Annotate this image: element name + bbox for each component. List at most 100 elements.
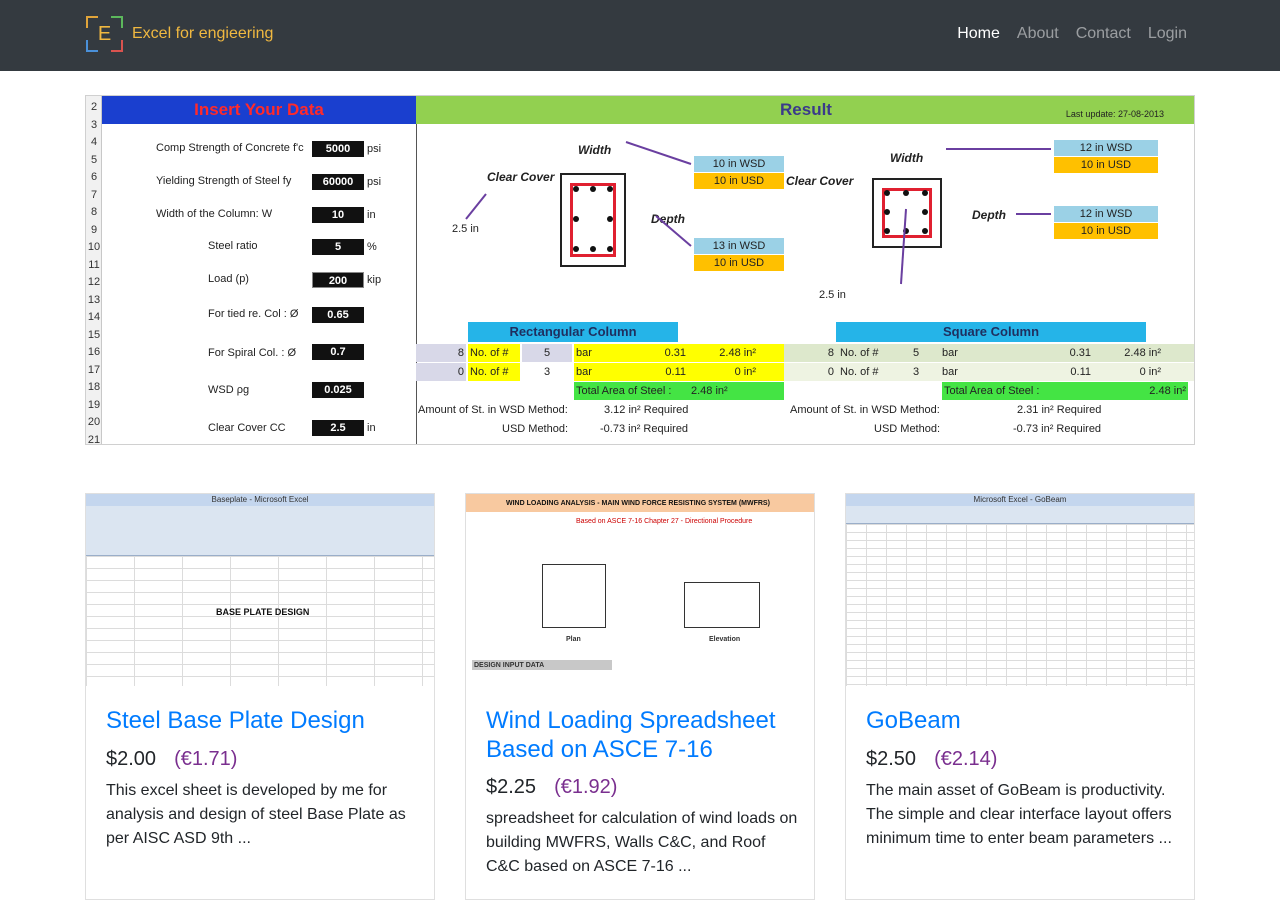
sq-wsd-value: 2.31 in² Required [1017, 404, 1102, 416]
product-title[interactable]: Steel Base Plate Design [106, 706, 416, 735]
row-number: 13 [87, 293, 101, 306]
row-number: 20 [87, 416, 101, 428]
input-value: 200 [312, 272, 364, 288]
thumb-subtitle: Based on ASCE 7-16 Chapter 27 - Directio… [576, 518, 753, 525]
square-column-header: Square Column [836, 322, 1146, 342]
sq-row1-n: 8 [827, 347, 834, 359]
input-value: 60000 [312, 174, 364, 190]
rect-row1-n: 8 [416, 344, 466, 362]
row-number: 9 [90, 223, 98, 236]
row-number: 15 [87, 328, 101, 341]
price-eur: (€2.14) [934, 748, 998, 770]
row-number: 6 [90, 171, 98, 183]
row-number: 7 [90, 188, 98, 201]
sq-usd-label: USD Method: [874, 423, 941, 435]
row-number: 12 [87, 276, 101, 288]
row-number: 4 [90, 136, 98, 148]
elevation-drawing [684, 582, 760, 628]
row-number: 2 [90, 101, 98, 113]
sq-row2-bar: bar [942, 366, 958, 378]
sq-wsd-label: Amount of St. in WSD Method: [790, 404, 940, 416]
thumb-window-title: Baseplate - Microsoft Excel [86, 494, 434, 506]
row-number: 10 [87, 241, 101, 253]
rect-row2-area: 0.11 [665, 366, 686, 378]
last-update: Last update: 27-08-2013 [1065, 109, 1164, 119]
sq-row2-area: 0.11 [1070, 366, 1091, 378]
input-unit: in [367, 209, 376, 221]
row-number: 18 [87, 381, 101, 393]
input-label: Yielding Strength of Steel fy [156, 175, 292, 187]
product-price: $2.00 (€1.71) [106, 748, 237, 771]
sq-row1-total: 2.48 in² [1124, 347, 1161, 359]
product-title[interactable]: Wind Loading Spreadsheet Based on ASCE 7… [486, 706, 796, 764]
product-description: This excel sheet is developed by me for … [106, 782, 406, 847]
hero-spreadsheet-image[interactable]: 2 3 4 5 6 7 8 9 10 11 12 13 14 15 16 17 18 19 20 21 Insert … [85, 95, 1195, 445]
thumb-elevation: Elevation [709, 636, 741, 643]
input-unit: psi [367, 143, 382, 155]
input-value: 5 [312, 239, 364, 255]
nav-login[interactable]: Login [1131, 24, 1187, 44]
input-label: Width of the Column: W [156, 208, 273, 220]
rect-column-header: Rectangular Column [468, 322, 678, 342]
price-usd: $2.00 [106, 748, 157, 770]
input-label: Clear Cover CC [208, 422, 286, 434]
rect-wsd-label: Amount of St. in WSD Method: [418, 404, 568, 416]
product-title[interactable]: GoBeam [866, 706, 1176, 735]
thumb-plan: Plan [566, 636, 581, 643]
nav-home[interactable]: Home [940, 24, 1000, 44]
product-card[interactable]: Microsoft Excel - GoBeam GoBeam $2.50 (€2… [845, 493, 1195, 900]
price-usd: $2.50 [866, 748, 917, 770]
brand-link[interactable]: E Excel for engieering [86, 16, 273, 52]
sq-row1-size: 5 [912, 347, 920, 359]
product-thumbnail[interactable]: Microsoft Excel - GoBeam [846, 494, 1194, 686]
thumb-window-title: Microsoft Excel - GoBeam [846, 494, 1194, 506]
row-number: 5 [90, 153, 98, 166]
input-unit: kip [367, 274, 382, 286]
input-label: Comp Strength of Concrete f'c [156, 142, 304, 154]
rect-row2-label: No. of # [468, 363, 520, 381]
nav-about[interactable]: About [1000, 24, 1059, 44]
insert-data-header: Insert Your Data [102, 96, 416, 124]
nav-links: Home About Contact Login [940, 24, 1187, 44]
sq-row2-size: 3 [912, 366, 920, 378]
product-thumbnail[interactable]: Baseplate - Microsoft Excel BASE PLATE D… [86, 494, 434, 686]
row-number: 17 [87, 363, 101, 376]
input-value: 2.5 [312, 420, 364, 436]
thumb-title: WIND LOADING ANALYSIS - MAIN WIND FORCE … [506, 500, 770, 507]
rect-usd-label: USD Method: [502, 423, 569, 435]
price-eur: (€1.71) [174, 748, 238, 770]
rect-row1-area: 0.31 [664, 347, 686, 359]
brand-text: Excel for engieering [132, 25, 274, 42]
row-number: 21 [87, 433, 101, 445]
rect-row2-size: 3 [543, 366, 551, 378]
sq-row2-label: No. of # [840, 366, 879, 378]
product-thumbnail[interactable]: WIND LOADING ANALYSIS - MAIN WIND FORCE … [466, 494, 814, 686]
excel-grid [86, 556, 434, 686]
sq-total-value: 2.48 in² [1149, 385, 1186, 397]
sq-row1-bar: bar [942, 347, 958, 359]
price-eur: (€1.92) [554, 776, 618, 798]
product-card[interactable]: WIND LOADING ANALYSIS - MAIN WIND FORCE … [465, 493, 815, 900]
row-header: 2 3 4 5 6 7 8 9 10 11 12 13 14 15 16 17 18 19 20 21 [86, 96, 102, 445]
input-label: Load (p) [208, 273, 249, 285]
sq-row2-n: 0 [827, 366, 834, 378]
price-usd: $2.25 [486, 776, 537, 798]
rect-usd-value: -0.73 in² Required [600, 423, 689, 435]
row-number: 8 [90, 206, 98, 218]
product-description: The main asset of GoBeam is productivity… [866, 782, 1172, 847]
input-label: WSD ρg [208, 384, 250, 396]
input-value: 0.025 [312, 382, 364, 398]
nav-contact[interactable]: Contact [1059, 24, 1131, 44]
sq-row1-area: 0.31 [1069, 347, 1091, 359]
input-label: Steel ratio [208, 240, 258, 252]
product-price: $2.50 (€2.14) [866, 748, 997, 771]
row-number: 3 [90, 118, 98, 131]
rect-row2-total: 0 in² [734, 366, 756, 378]
product-price: $2.25 (€1.92) [486, 776, 617, 799]
thumb-title: BASE PLATE DESIGN [216, 607, 310, 617]
rect-row2-n: 0 [416, 363, 466, 381]
product-card[interactable]: Baseplate - Microsoft Excel BASE PLATE D… [85, 493, 435, 900]
input-unit: psi [367, 176, 382, 188]
excel-grid [846, 524, 1194, 686]
thumb-input-header: DESIGN INPUT DATA [474, 662, 545, 669]
